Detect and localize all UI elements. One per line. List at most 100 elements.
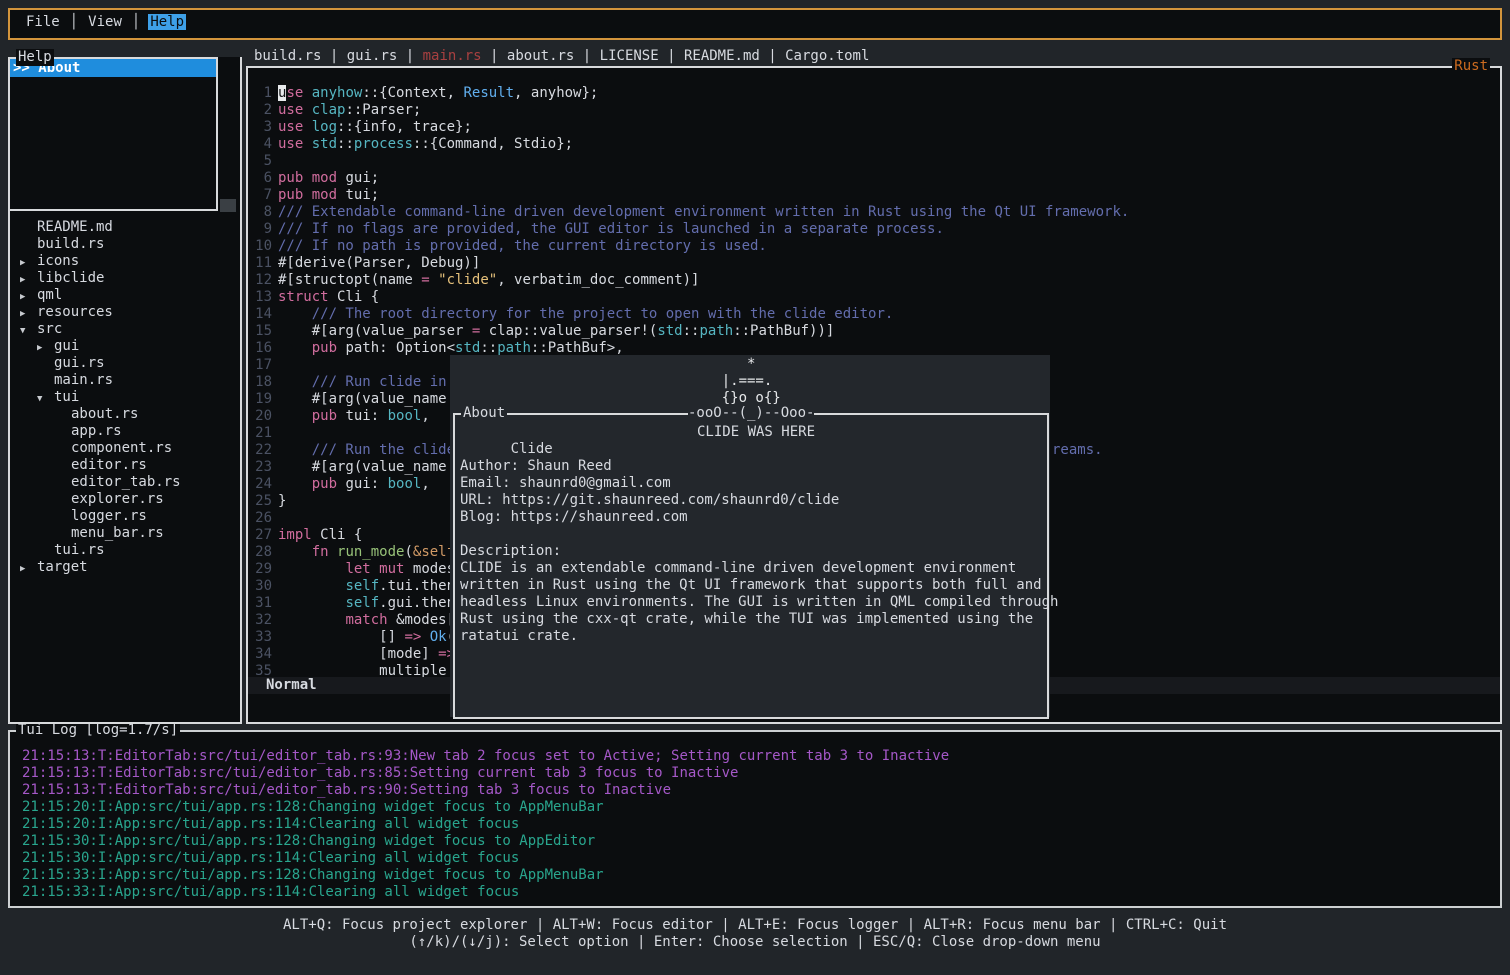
tree-item-label: app.rs xyxy=(71,423,122,439)
tab-about.rs[interactable]: about.rs xyxy=(507,48,574,64)
code-token xyxy=(303,187,311,203)
log-title: Tui Log [log=1.7/s] xyxy=(16,722,180,739)
code-token: tui; xyxy=(337,187,379,203)
tree-item-tui-rs[interactable]: tui.rs xyxy=(10,542,105,559)
tab-main.rs[interactable]: main.rs xyxy=(423,48,482,64)
tree-item-src[interactable]: ▼src xyxy=(10,321,62,338)
code-token: ( xyxy=(404,544,412,560)
keybind-help-line-1: ALT+Q: Focus project explorer | ALT+W: F… xyxy=(0,917,1510,934)
code-token: run_mode xyxy=(337,544,404,560)
code-token: clap::value_parser!( xyxy=(480,323,657,339)
code-line-11[interactable]: 11#[derive(Parser, Debug)] xyxy=(250,255,1498,272)
tab-license[interactable]: LICENSE xyxy=(600,48,659,64)
line-number: 1 xyxy=(250,85,272,102)
code-line-3[interactable]: 3use log::{info, trace}; xyxy=(250,119,1498,136)
code-token: std xyxy=(657,323,682,339)
explorer-scrollbar-thumb[interactable] xyxy=(220,199,236,212)
line-number: 5 xyxy=(250,153,272,170)
code-line-12[interactable]: 12#[structopt(name = "clide", verbatim_d… xyxy=(250,272,1498,289)
tree-item-logger-rs[interactable]: logger.rs xyxy=(10,508,147,525)
tree-item-target[interactable]: ▶target xyxy=(10,559,88,576)
menu-item-view[interactable]: View xyxy=(86,14,124,30)
keybind-help-line-2: (↑/k)/(↓/j): Select option | Enter: Choo… xyxy=(0,934,1510,951)
line-number: 18 xyxy=(250,374,272,391)
tree-item-tui[interactable]: ▼tui xyxy=(10,389,79,406)
tree-item-qml[interactable]: ▶qml xyxy=(10,287,62,304)
log-entry: 21:15:13:T:EditorTab:src/tui/editor_tab.… xyxy=(22,782,671,799)
menu-item-file[interactable]: File xyxy=(24,14,62,30)
tree-item-editor_tab-rs[interactable]: editor_tab.rs xyxy=(10,474,181,491)
code-line-4[interactable]: 4use std::process::{Command, Stdio}; xyxy=(250,136,1498,153)
code-line-9[interactable]: 9/// If no flags are provided, the GUI e… xyxy=(250,221,1498,238)
code-token: ::{Command, Stdio}; xyxy=(413,136,573,152)
code-token: => xyxy=(404,629,421,645)
tree-item-component-rs[interactable]: component.rs xyxy=(10,440,172,457)
about-description-line: ratatui crate. xyxy=(460,628,1043,645)
tab-build.rs[interactable]: build.rs xyxy=(254,48,321,64)
code-token: pub xyxy=(312,340,337,356)
code-token: ::{info, trace}; xyxy=(337,119,472,135)
code-token xyxy=(303,170,311,186)
code-line-13[interactable]: 13struct Cli { xyxy=(250,289,1498,306)
code-token: match xyxy=(345,612,387,628)
code-token: se xyxy=(286,85,303,101)
tree-item-libclide[interactable]: ▶libclide xyxy=(10,270,104,287)
code-line-6[interactable]: 6pub mod gui; xyxy=(250,170,1498,187)
code-token: #[structopt(name xyxy=(278,272,421,288)
code-token: use xyxy=(278,119,303,135)
tree-item-label: explorer.rs xyxy=(71,491,164,507)
code-line-14[interactable]: 14 /// The root directory for the projec… xyxy=(250,306,1498,323)
code-line-5[interactable]: 5 xyxy=(250,153,1498,170)
tab-gui.rs[interactable]: gui.rs xyxy=(347,48,398,64)
tree-item-editor-rs[interactable]: editor.rs xyxy=(10,457,147,474)
about-field: Email: shaunrd0@gmail.com xyxy=(460,475,1043,492)
code-token xyxy=(421,629,429,645)
code-line-7[interactable]: 7pub mod tui; xyxy=(250,187,1498,204)
tree-item-readme-md[interactable]: README.md xyxy=(10,219,113,236)
tree-item-build-rs[interactable]: build.rs xyxy=(10,236,104,253)
line-number: 7 xyxy=(250,187,272,204)
line-number: 19 xyxy=(250,391,272,408)
code-line-1[interactable]: 1use anyhow::{Context, Result, anyhow}; xyxy=(250,85,1498,102)
about-banner: CLIDE WAS HERE xyxy=(697,424,815,441)
tree-item-label: build.rs xyxy=(37,236,104,252)
code-line-15[interactable]: 15 #[arg(value_parser = clap::value_pars… xyxy=(250,323,1498,340)
log-entry: 21:15:33:I:App:src/tui/app.rs:128:Changi… xyxy=(22,867,604,884)
chevron-right-icon: ▶ xyxy=(20,561,37,578)
tree-item-main-rs[interactable]: main.rs xyxy=(10,372,113,389)
tree-item-menu_bar-rs[interactable]: menu_bar.rs xyxy=(10,525,164,542)
editor-tab-bar: build.rs | gui.rs | main.rs | about.rs |… xyxy=(254,48,869,65)
code-token: #[derive(Parser, Debug)] xyxy=(278,255,480,271)
code-token: Cli { xyxy=(329,289,380,305)
code-token xyxy=(278,595,345,611)
tab-readme.md[interactable]: README.md xyxy=(684,48,760,64)
code-token: std xyxy=(312,136,337,152)
tree-item-about-rs[interactable]: about.rs xyxy=(10,406,138,423)
about-description-line: written in Rust using the Qt UI framewor… xyxy=(460,577,1043,594)
line-number: 21 xyxy=(250,425,272,442)
tree-item-gui[interactable]: ▶gui xyxy=(10,338,79,355)
log-entry: 21:15:30:I:App:src/tui/app.rs:114:Cleari… xyxy=(22,850,519,867)
tree-item-label: component.rs xyxy=(71,440,172,456)
code-line-2[interactable]: 2use clap::Parser; xyxy=(250,102,1498,119)
code-token xyxy=(278,306,312,322)
about-description-label: Description: xyxy=(460,543,1043,560)
tree-item-explorer-rs[interactable]: explorer.rs xyxy=(10,491,164,508)
log-entry: 21:15:13:T:EditorTab:src/tui/editor_tab.… xyxy=(22,765,738,782)
code-token: /// The root directory for the project t… xyxy=(312,306,894,322)
tree-item-app-rs[interactable]: app.rs xyxy=(10,423,122,440)
tree-item-label: resources xyxy=(37,304,113,320)
tab-cargo.toml[interactable]: Cargo.toml xyxy=(785,48,869,64)
language-badge: Rust xyxy=(1452,58,1490,75)
tree-item-gui-rs[interactable]: gui.rs xyxy=(10,355,105,372)
code-line-8[interactable]: 8/// Extendable command-line driven deve… xyxy=(250,204,1498,221)
code-token xyxy=(278,340,312,356)
tree-item-resources[interactable]: ▶resources xyxy=(10,304,113,321)
menu-item-help[interactable]: Help xyxy=(148,14,186,30)
code-token: /// If no flags are provided, the GUI ed… xyxy=(278,221,944,237)
code-token: Ok xyxy=(430,629,447,645)
code-token xyxy=(278,561,345,577)
code-line-10[interactable]: 10/// If no path is provided, the curren… xyxy=(250,238,1498,255)
code-overflow-fragment: reams. xyxy=(1052,442,1103,459)
tree-item-icons[interactable]: ▶icons xyxy=(10,253,79,270)
